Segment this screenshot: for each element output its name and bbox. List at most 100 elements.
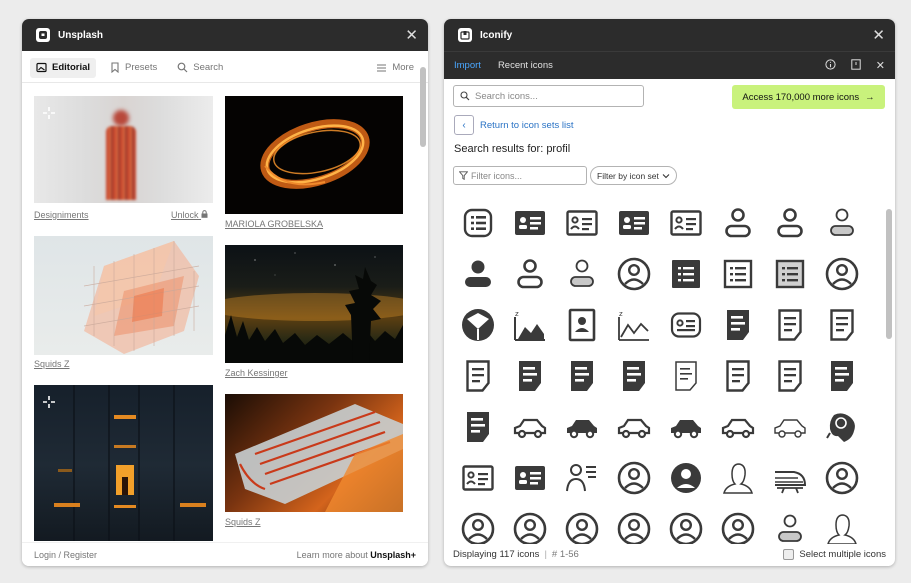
document-outline-icon[interactable] — [766, 301, 814, 349]
user-circle-solid-icon[interactable] — [662, 454, 710, 502]
user-outline-thin-icon[interactable] — [818, 199, 866, 247]
photo-6[interactable] — [225, 394, 403, 512]
user-circle-outline-icon[interactable] — [818, 250, 866, 298]
unsplash-panel: Unsplash ✕ Editorial Presets Search More… — [22, 19, 428, 566]
car-solid-icon[interactable] — [558, 403, 606, 451]
user-list-outline-icon[interactable] — [558, 454, 606, 502]
person-outline-icon[interactable] — [714, 454, 762, 502]
tab-editorial[interactable]: Editorial — [30, 57, 97, 78]
document-solid-icon[interactable] — [714, 301, 762, 349]
train-profile-icon[interactable] — [766, 454, 814, 502]
close-panel-icon[interactable]: ✕ — [876, 59, 885, 72]
person-outline-icon[interactable] — [818, 505, 866, 544]
user-circle-outline-icon[interactable] — [610, 250, 658, 298]
iconify-scrollbar[interactable] — [886, 199, 892, 539]
car-outline-icon[interactable] — [506, 403, 554, 451]
search-input[interactable]: Search icons... — [453, 85, 644, 107]
close-icon[interactable]: ✕ — [405, 28, 418, 43]
document-solid-icon[interactable] — [818, 352, 866, 400]
filter-by-icon-set-dropdown[interactable]: Filter by icon set — [590, 166, 677, 185]
user-circle-outline-icon[interactable] — [610, 505, 658, 544]
document-outline-icon[interactable] — [714, 352, 762, 400]
car-outline-icon[interactable] — [610, 403, 658, 451]
chart-line-z-icon[interactable]: z — [610, 301, 658, 349]
document-solid-icon[interactable] — [558, 352, 606, 400]
iconify-scroll-thumb[interactable] — [886, 209, 892, 339]
car-outline-icon[interactable] — [714, 403, 762, 451]
photo-1[interactable] — [34, 96, 213, 203]
id-card-solid-icon[interactable] — [610, 199, 658, 247]
car-solid-icon[interactable] — [662, 403, 710, 451]
user-circle-outline-icon[interactable] — [662, 505, 710, 544]
document-outline-thin-icon[interactable] — [662, 352, 710, 400]
user-circle-outline-icon[interactable] — [558, 505, 606, 544]
car-outline-thin-icon[interactable] — [766, 403, 814, 451]
user-circle-outline-icon[interactable] — [714, 505, 762, 544]
select-multiple-label: Select multiple icons — [799, 548, 886, 560]
user-outline-thin-icon[interactable] — [766, 505, 814, 544]
ram-head-icon[interactable] — [818, 403, 866, 451]
user-circle-outline-icon[interactable] — [818, 454, 866, 502]
photo-3[interactable] — [34, 236, 213, 355]
select-multiple-toggle[interactable]: Select multiple icons — [783, 548, 886, 560]
user-outline-thin-icon[interactable] — [558, 250, 606, 298]
document-outline-icon[interactable] — [766, 352, 814, 400]
tab-presets[interactable]: Presets — [104, 58, 163, 78]
return-to-icon-sets[interactable]: ‹ Return to icon sets list — [454, 115, 573, 135]
document-solid-icon[interactable] — [506, 352, 554, 400]
user-solid-icon[interactable] — [454, 250, 502, 298]
photo-3-credit[interactable]: Squids Z — [34, 359, 70, 369]
panel-layout-icon[interactable] — [851, 58, 861, 73]
list-solid-icon[interactable] — [662, 250, 710, 298]
document-solid-icon[interactable] — [610, 352, 658, 400]
chevron-left-icon[interactable]: ‹ — [454, 115, 474, 135]
chart-image-z-icon[interactable]: z — [506, 301, 554, 349]
photo-4[interactable] — [225, 245, 403, 363]
id-card-outline-icon[interactable] — [558, 199, 606, 247]
return-label[interactable]: Return to icon sets list — [480, 120, 573, 131]
profile-card-icon[interactable] — [558, 301, 606, 349]
photo-2[interactable] — [225, 96, 403, 214]
id-card-solid-icon[interactable] — [506, 199, 554, 247]
access-more-label: Access 170,000 more icons — [742, 91, 860, 103]
pie-chart-circle-icon[interactable] — [454, 301, 502, 349]
user-circle-outline-icon[interactable] — [454, 505, 502, 544]
tab-more[interactable]: More — [370, 58, 420, 78]
id-card-rounded-icon[interactable] — [662, 301, 710, 349]
filter-icons-input[interactable]: Filter icons... — [453, 166, 587, 185]
displaying-count: Displaying 117 icons — [453, 548, 540, 560]
unsplash-scrollbar[interactable] — [420, 59, 426, 557]
close-icon[interactable]: ✕ — [872, 28, 885, 43]
list-outline-icon[interactable] — [714, 250, 762, 298]
list-gray-icon[interactable] — [766, 250, 814, 298]
photo-1-credit[interactable]: Designiments — [34, 210, 89, 220]
tab-search[interactable]: Search — [171, 58, 229, 78]
document-outline-icon[interactable] — [818, 301, 866, 349]
image-icon — [36, 62, 47, 73]
select-multiple-checkbox[interactable] — [783, 548, 795, 560]
list-box-outline-icon[interactable] — [454, 199, 502, 247]
photo-5[interactable] — [34, 385, 213, 541]
tab-recent-icons[interactable]: Recent icons — [498, 60, 553, 71]
id-card-solid-icon[interactable] — [506, 454, 554, 502]
login-register-link[interactable]: Login / Register — [34, 550, 97, 560]
unlock-link[interactable]: Unlock — [171, 210, 208, 220]
user-outline-icon[interactable] — [766, 199, 814, 247]
info-icon[interactable] — [825, 58, 836, 73]
user-outline-icon[interactable] — [714, 199, 762, 247]
user-circle-outline-icon[interactable] — [610, 454, 658, 502]
photo-4-credit[interactable]: Zach Kessinger — [225, 368, 288, 378]
tab-import[interactable]: Import — [454, 60, 481, 71]
tab-search-label: Search — [193, 62, 224, 73]
photo-6-credit[interactable]: Squids Z — [225, 517, 261, 527]
user-circle-outline-icon[interactable] — [506, 505, 554, 544]
learn-more-link[interactable]: Learn more about Unsplash+ — [297, 550, 416, 560]
unsplash-scroll-thumb[interactable] — [420, 67, 426, 147]
user-outline-icon[interactable] — [506, 250, 554, 298]
id-card-outline-icon[interactable] — [454, 454, 502, 502]
photo-2-credit[interactable]: MARIOLA GROBELSKA — [225, 219, 323, 229]
id-card-outline-icon[interactable] — [662, 199, 710, 247]
access-more-icons-button[interactable]: Access 170,000 more icons → — [732, 85, 885, 109]
document-outline-icon[interactable] — [454, 352, 502, 400]
document-solid-icon[interactable] — [454, 403, 502, 451]
